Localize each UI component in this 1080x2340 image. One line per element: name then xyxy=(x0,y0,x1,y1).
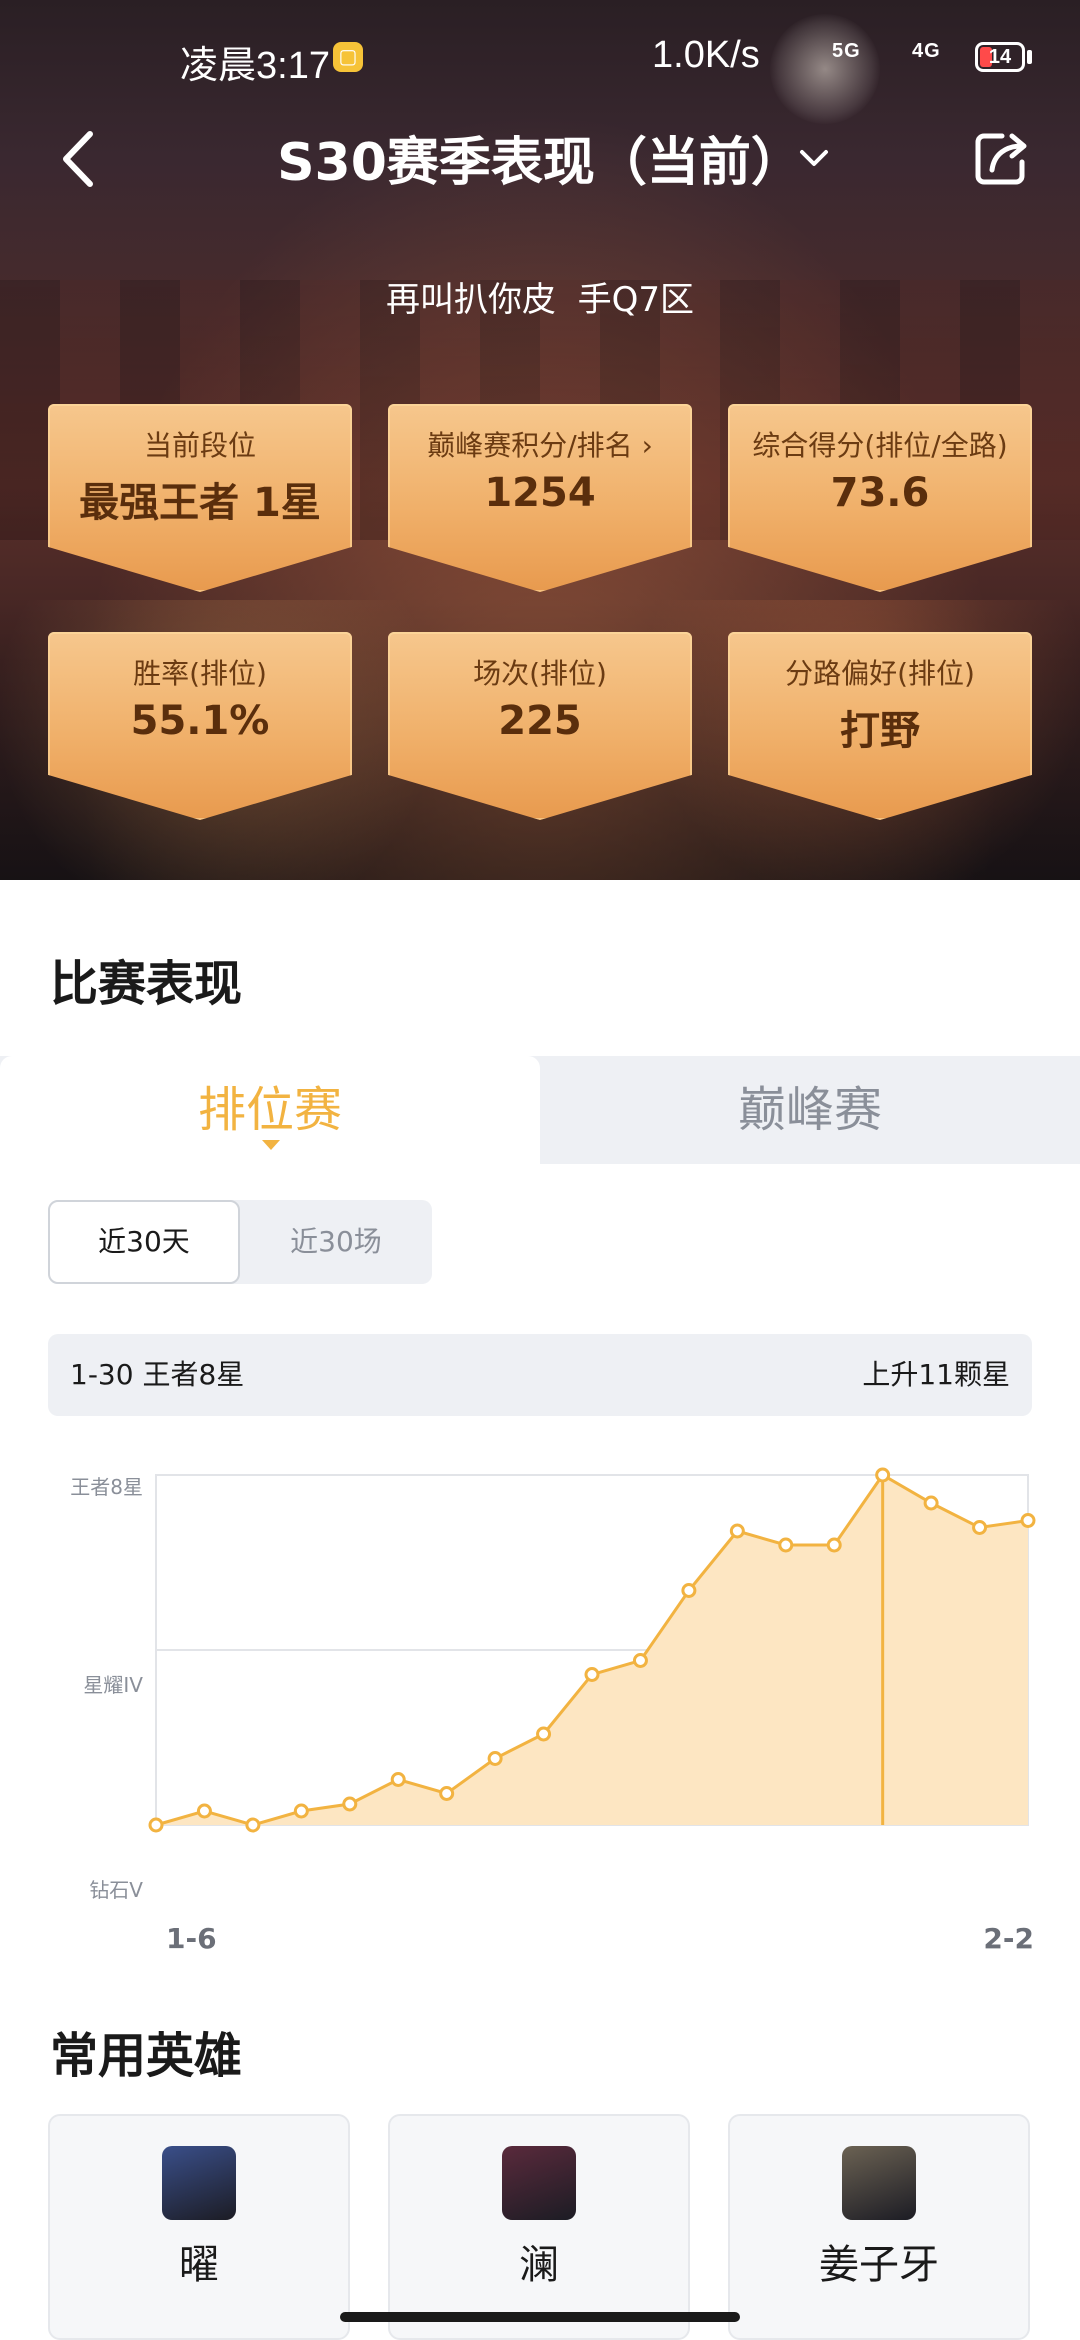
back-arrow-icon xyxy=(63,131,93,187)
hero-card[interactable]: 曜 xyxy=(48,2114,350,2340)
stat-value: 55.1% xyxy=(130,698,270,744)
status-time: 凌晨3:17 xyxy=(180,45,330,87)
stat-label: 巅峰赛积分/排名 › xyxy=(388,424,692,464)
season-selector-chevron[interactable] xyxy=(796,140,832,176)
tab-peak[interactable]: 巅峰赛 xyxy=(540,1056,1080,1164)
range-selector: 近30天 近30场 xyxy=(48,1200,432,1284)
home-indicator[interactable] xyxy=(340,2312,740,2322)
battery-tip xyxy=(1027,50,1032,64)
heroes-title: 常用英雄 xyxy=(50,2028,243,2084)
x-tick-label-start: 1-6 xyxy=(166,1922,217,1955)
summary-range-rank: 1-30 王者8星 xyxy=(70,1358,245,1391)
chart-point[interactable] xyxy=(342,1796,358,1812)
player-info: 再叫扒你皮 手Q7区 xyxy=(0,272,1080,321)
stat-value: 最强王者 1星 xyxy=(79,480,321,526)
stat-card-rank: 当前段位 最强王者 1星 xyxy=(48,404,352,592)
hero-avatar xyxy=(162,2146,236,2220)
stat-value: 225 xyxy=(498,698,582,744)
status-net-speed: 1.0K/s xyxy=(652,34,760,76)
stat-label: 分路偏好(排位) xyxy=(785,657,975,690)
chart-point[interactable] xyxy=(826,1537,842,1553)
back-button[interactable] xyxy=(52,124,112,194)
notification-app-icon: ▢ xyxy=(333,42,363,72)
chart-point[interactable] xyxy=(196,1803,212,1819)
stat-label-text: 巅峰赛积分/排名 xyxy=(427,429,633,462)
season-header: 凌晨3:17 ▢ 1.0K/s 5G 4G 14 S30赛季表现（当前） 再叫扒… xyxy=(0,0,1080,880)
chart-point[interactable] xyxy=(390,1772,406,1787)
hero-avatar xyxy=(842,2146,916,2220)
page-title[interactable]: S30赛季表现（当前） xyxy=(277,120,803,195)
chart-point[interactable] xyxy=(875,1467,891,1483)
title-wrap: S30赛季表现（当前） xyxy=(0,120,1080,195)
chart-point[interactable] xyxy=(439,1786,455,1801)
network-5g-icon: 5G xyxy=(832,40,861,62)
hero-name: 澜 xyxy=(519,2242,559,2288)
chart-point[interactable] xyxy=(923,1495,939,1511)
player-server: 手Q7区 xyxy=(577,280,695,320)
chart-point[interactable] xyxy=(148,1817,164,1833)
chart-point[interactable] xyxy=(778,1537,794,1553)
y-tick-label: 星耀IV xyxy=(83,1673,143,1697)
rank-trend-chart: 王者8星 星耀IV 钻石V 1-6 2-2 xyxy=(70,1467,1036,1955)
stat-label: 胜率(排位) xyxy=(133,657,267,690)
rank-summary: 1-30 王者8星 上升11颗星 xyxy=(48,1334,1032,1416)
battery-icon: 14 xyxy=(975,42,1025,72)
hero-avatar xyxy=(502,2146,576,2220)
stat-value: 1254 xyxy=(484,470,596,516)
battery-percent: 14 xyxy=(988,46,1012,68)
active-tab-caret xyxy=(262,1140,280,1150)
stat-label: 当前段位 xyxy=(143,429,256,462)
network-4g-icon: 4G xyxy=(912,40,941,62)
stat-value: 打野 xyxy=(840,708,920,754)
stat-label: 场次(排位) xyxy=(473,657,607,690)
chart-point[interactable] xyxy=(1020,1513,1036,1528)
hero-card[interactable]: 姜子牙 xyxy=(728,2114,1030,2340)
chevron-right-icon: › xyxy=(641,429,653,462)
chart-point[interactable] xyxy=(487,1751,503,1766)
stat-card-score: 综合得分(排位/全路) 73.6 xyxy=(728,404,1032,592)
player-name: 再叫扒你皮 xyxy=(385,280,556,320)
hero-card[interactable]: 澜 xyxy=(388,2114,690,2340)
y-tick-label: 钻石V xyxy=(89,1878,143,1902)
chart-point[interactable] xyxy=(536,1726,552,1742)
chart-point[interactable] xyxy=(632,1653,648,1668)
chevron-down-icon xyxy=(800,150,828,166)
x-tick-label-end: 2-2 xyxy=(983,1922,1034,1955)
share-button[interactable] xyxy=(972,126,1032,190)
stat-value: 73.6 xyxy=(830,470,930,516)
chart-point[interactable] xyxy=(729,1523,745,1539)
chart-point[interactable] xyxy=(584,1667,600,1682)
summary-change: 上升11颗星 xyxy=(862,1358,1010,1391)
hero-name: 姜子牙 xyxy=(819,2242,939,2288)
match-type-tabs: 排位赛 巅峰赛 xyxy=(0,1056,1080,1164)
status-bar: 凌晨3:17 ▢ 1.0K/s 5G 4G 14 xyxy=(0,0,1080,110)
performance-title: 比赛表现 xyxy=(50,956,243,1012)
y-tick-label: 王者8星 xyxy=(70,1475,143,1499)
range-30-days[interactable]: 近30天 xyxy=(48,1200,240,1284)
hero-name: 曜 xyxy=(179,2242,219,2288)
stat-label: 综合得分(排位/全路) xyxy=(752,429,1008,462)
range-30-matches[interactable]: 近30场 xyxy=(240,1200,432,1284)
share-icon xyxy=(975,133,1027,185)
chart-point[interactable] xyxy=(972,1520,988,1535)
stat-card-peak[interactable]: 巅峰赛积分/排名 › 1254 xyxy=(388,404,692,592)
chart-point[interactable] xyxy=(245,1817,261,1833)
chart-point[interactable] xyxy=(681,1583,697,1598)
chart-point[interactable] xyxy=(293,1803,309,1819)
